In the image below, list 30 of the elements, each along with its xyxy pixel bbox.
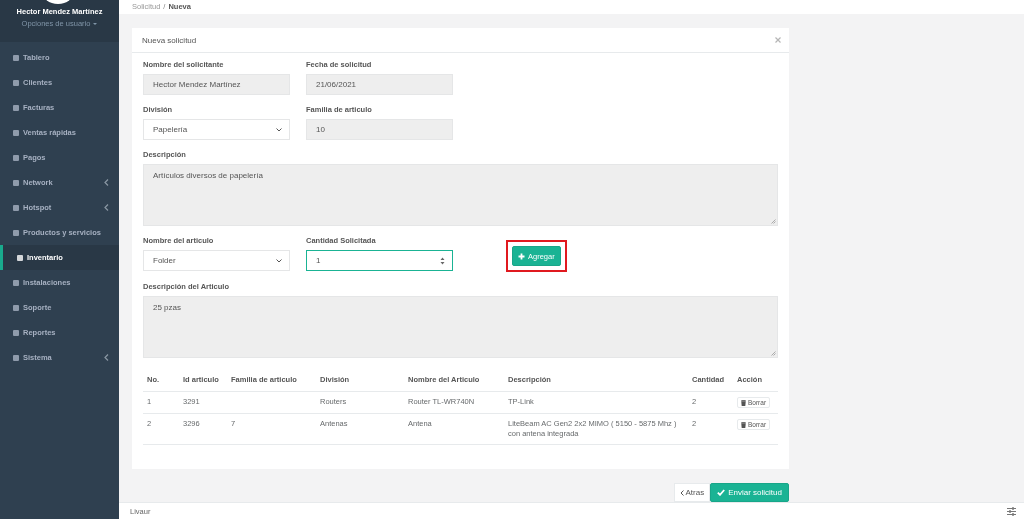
square-icon xyxy=(13,154,19,161)
square-icon xyxy=(13,329,19,336)
spinner-icon[interactable] xyxy=(440,256,445,265)
square-icon xyxy=(17,254,23,261)
panel-title: Nueva solicitud xyxy=(142,35,197,45)
select-field[interactable]: Papelería xyxy=(143,119,290,140)
trash-icon xyxy=(741,399,746,406)
chevron-down-icon xyxy=(276,258,282,263)
plus-icon xyxy=(518,252,525,260)
select-field[interactable]: Folder xyxy=(143,250,290,271)
square-icon xyxy=(13,304,19,311)
square-icon xyxy=(13,179,19,186)
trash-icon xyxy=(741,421,746,428)
close-icon[interactable] xyxy=(775,37,781,43)
submit-button[interactable]: Enviar solicitud xyxy=(710,483,789,502)
square-icon xyxy=(13,229,19,236)
caret-icon xyxy=(93,22,98,25)
square-icon xyxy=(13,204,19,211)
chevron-left-icon xyxy=(679,489,684,496)
number-field[interactable]: 1 xyxy=(306,250,453,271)
square-icon xyxy=(13,79,19,86)
sliders-icon[interactable] xyxy=(1007,506,1016,516)
square-icon xyxy=(13,129,19,136)
square-icon xyxy=(13,104,19,111)
chevron-down-icon xyxy=(276,127,282,132)
square-icon xyxy=(13,279,19,286)
square-icon xyxy=(13,54,19,61)
back-button[interactable]: Atras xyxy=(673,483,711,502)
check-icon xyxy=(717,489,726,496)
square-icon xyxy=(13,354,19,361)
